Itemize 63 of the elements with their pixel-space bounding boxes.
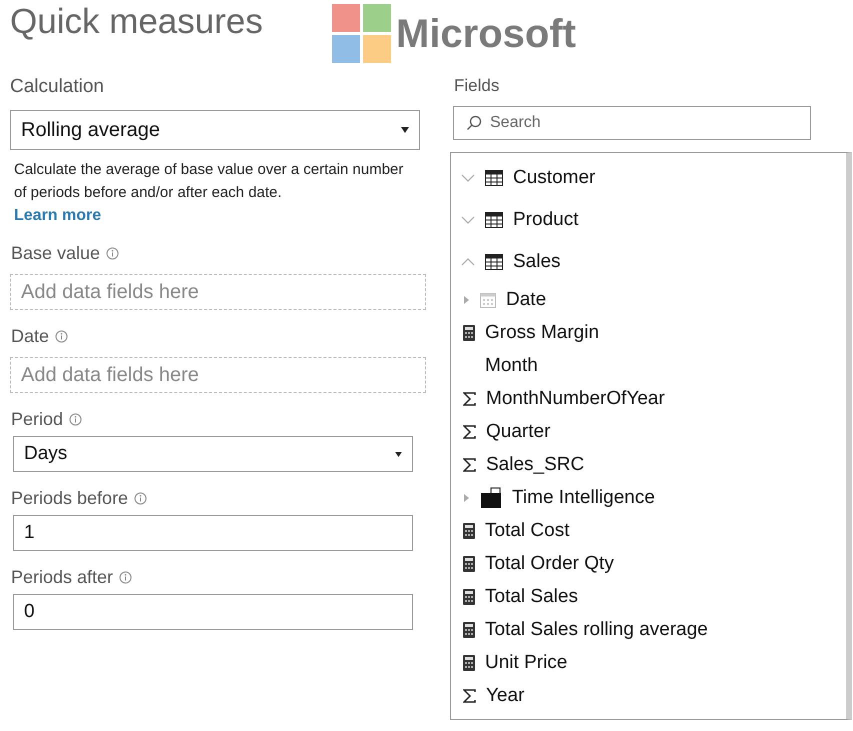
field-name[interactable]: Year — [486, 684, 524, 706]
search-field[interactable]: Search — [453, 106, 811, 140]
field-name[interactable]: Sales — [513, 251, 561, 273]
field-name[interactable]: Total Cost — [485, 520, 570, 542]
field-name[interactable]: Gross Margin — [485, 322, 600, 344]
field-label: Periods before — [11, 488, 128, 509]
info-icon — [106, 247, 120, 260]
chevron-down-icon[interactable] — [461, 215, 475, 225]
calendar-icon — [480, 292, 496, 308]
sigma-icon — [463, 392, 476, 406]
panel-title: Quick measures — [10, 2, 264, 42]
calculator-icon — [463, 622, 475, 638]
search-icon — [466, 115, 482, 131]
field-name[interactable]: Total Sales rolling average — [485, 618, 708, 640]
field-name[interactable]: Total Order Qty — [485, 552, 614, 574]
description-text: Calculate the average of base value over a certain number of periods before and/or after each date. — [14, 161, 404, 201]
sigma-icon — [463, 458, 476, 472]
caret-icon — [401, 127, 409, 133]
field-name[interactable]: Month — [485, 354, 538, 376]
caret-icon — [395, 452, 402, 456]
field-name[interactable]: Quarter — [486, 420, 550, 442]
logo-text: Microsoft — [396, 12, 576, 56]
calculation-dropdown[interactable]: Rolling average — [10, 110, 420, 150]
field-name[interactable]: Product — [513, 209, 578, 231]
calculator-icon — [463, 654, 475, 670]
field-name[interactable]: Sales_SRC — [486, 454, 584, 476]
calculator-icon — [463, 588, 475, 604]
field-name[interactable]: Date — [506, 288, 546, 310]
field-name[interactable]: Customer — [513, 167, 596, 189]
info-icon — [69, 413, 82, 426]
field-label: Calculation — [10, 76, 105, 98]
table-icon — [485, 254, 503, 270]
info-icon — [134, 492, 148, 505]
field-label: Periods after — [11, 567, 114, 588]
drop-zone[interactable]: Add data fields here — [10, 274, 426, 310]
field-label: Base value — [11, 243, 100, 264]
field-name[interactable]: Total Sales — [485, 586, 578, 608]
chevron-down-icon[interactable] — [461, 173, 475, 183]
calculator-icon — [463, 522, 475, 538]
folder-icon — [480, 486, 502, 508]
calculator-icon — [463, 556, 475, 572]
calculator-icon — [463, 324, 475, 340]
field-name[interactable]: MonthNumberOfYear — [486, 388, 665, 410]
field-label: Period — [11, 409, 64, 430]
drop-zone[interactable]: Add data fields here — [10, 357, 426, 393]
info-icon — [119, 571, 132, 584]
collapsed-triangle-icon[interactable] — [463, 492, 470, 502]
field-name[interactable]: Unit Price — [485, 652, 568, 674]
fields-label: Fields — [454, 76, 500, 96]
field-label: Date — [11, 326, 50, 347]
table-icon — [485, 170, 503, 186]
info-icon — [55, 330, 68, 343]
field-name[interactable]: Time Intelligence — [512, 486, 655, 508]
sigma-icon — [463, 424, 476, 438]
logo-icon — [332, 4, 392, 64]
table-icon — [485, 212, 503, 228]
input-field[interactable]: 0 — [13, 594, 413, 630]
collapsed-triangle-icon[interactable] — [463, 294, 470, 304]
learn-more-link[interactable]: Learn more — [14, 207, 102, 224]
sigma-icon — [463, 688, 476, 702]
chevron-up-icon[interactable] — [461, 257, 475, 267]
input-field[interactable]: 1 — [13, 515, 413, 551]
period-dropdown[interactable]: Days — [13, 436, 413, 472]
